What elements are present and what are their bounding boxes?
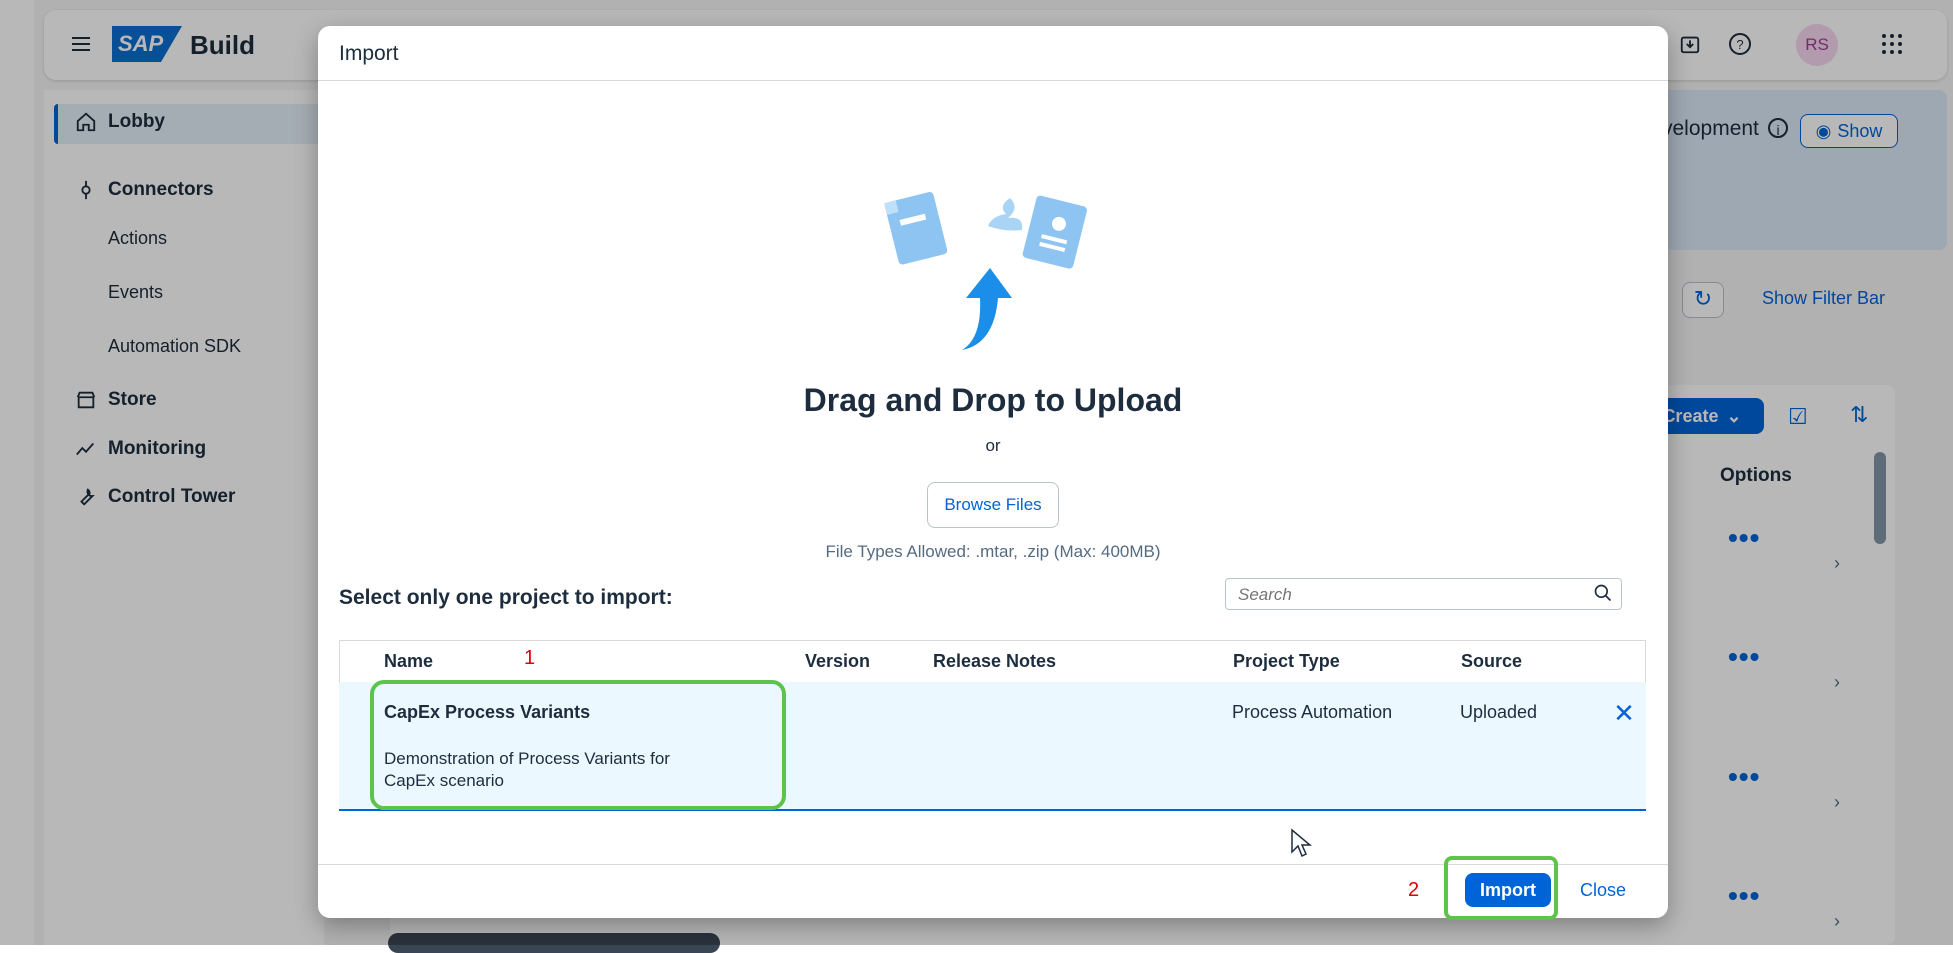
column-header-source[interactable]: Source (1461, 651, 1522, 672)
step-number-1: 1 (524, 647, 536, 669)
highlight-project-name (370, 680, 786, 810)
or-text: or (985, 436, 1001, 455)
project-source: Uploaded (1460, 702, 1538, 722)
browse-files-button[interactable]: Browse Files (927, 482, 1059, 528)
step-number-2: 2 (1408, 879, 1420, 901)
project-table: Name 1 Version Release Notes Project Typ… (339, 640, 1646, 811)
upload-illustration-icon (884, 191, 1087, 350)
import-dialog: Import Drag and Drop to Upload or Browse… (318, 26, 1668, 918)
dialog-header (318, 26, 1668, 81)
dialog-title: Import (339, 42, 399, 65)
column-header-version[interactable]: Version (805, 651, 870, 672)
mouse-cursor-icon (1291, 828, 1312, 858)
column-header-release-notes[interactable]: Release Notes (933, 651, 1056, 672)
search-field[interactable] (1225, 578, 1622, 610)
column-header-name[interactable]: Name (384, 651, 433, 672)
search-input[interactable] (1236, 581, 1580, 609)
remove-icon[interactable]: ✕ (1609, 698, 1639, 728)
close-button[interactable]: Close (1570, 873, 1636, 907)
file-types-text: File Types Allowed: .mtar, .zip (Max: 40… (825, 542, 1161, 561)
drop-title: Drag and Drop to Upload (803, 382, 1183, 418)
table-header: Name 1 Version Release Notes Project Typ… (339, 640, 1646, 684)
import-button[interactable]: Import (1465, 873, 1551, 907)
search-icon[interactable] (1593, 583, 1613, 608)
select-project-label: Select only one project to import: (339, 586, 673, 609)
project-type: Process Automation (1232, 702, 1393, 722)
column-header-project-type[interactable]: Project Type (1233, 651, 1340, 672)
